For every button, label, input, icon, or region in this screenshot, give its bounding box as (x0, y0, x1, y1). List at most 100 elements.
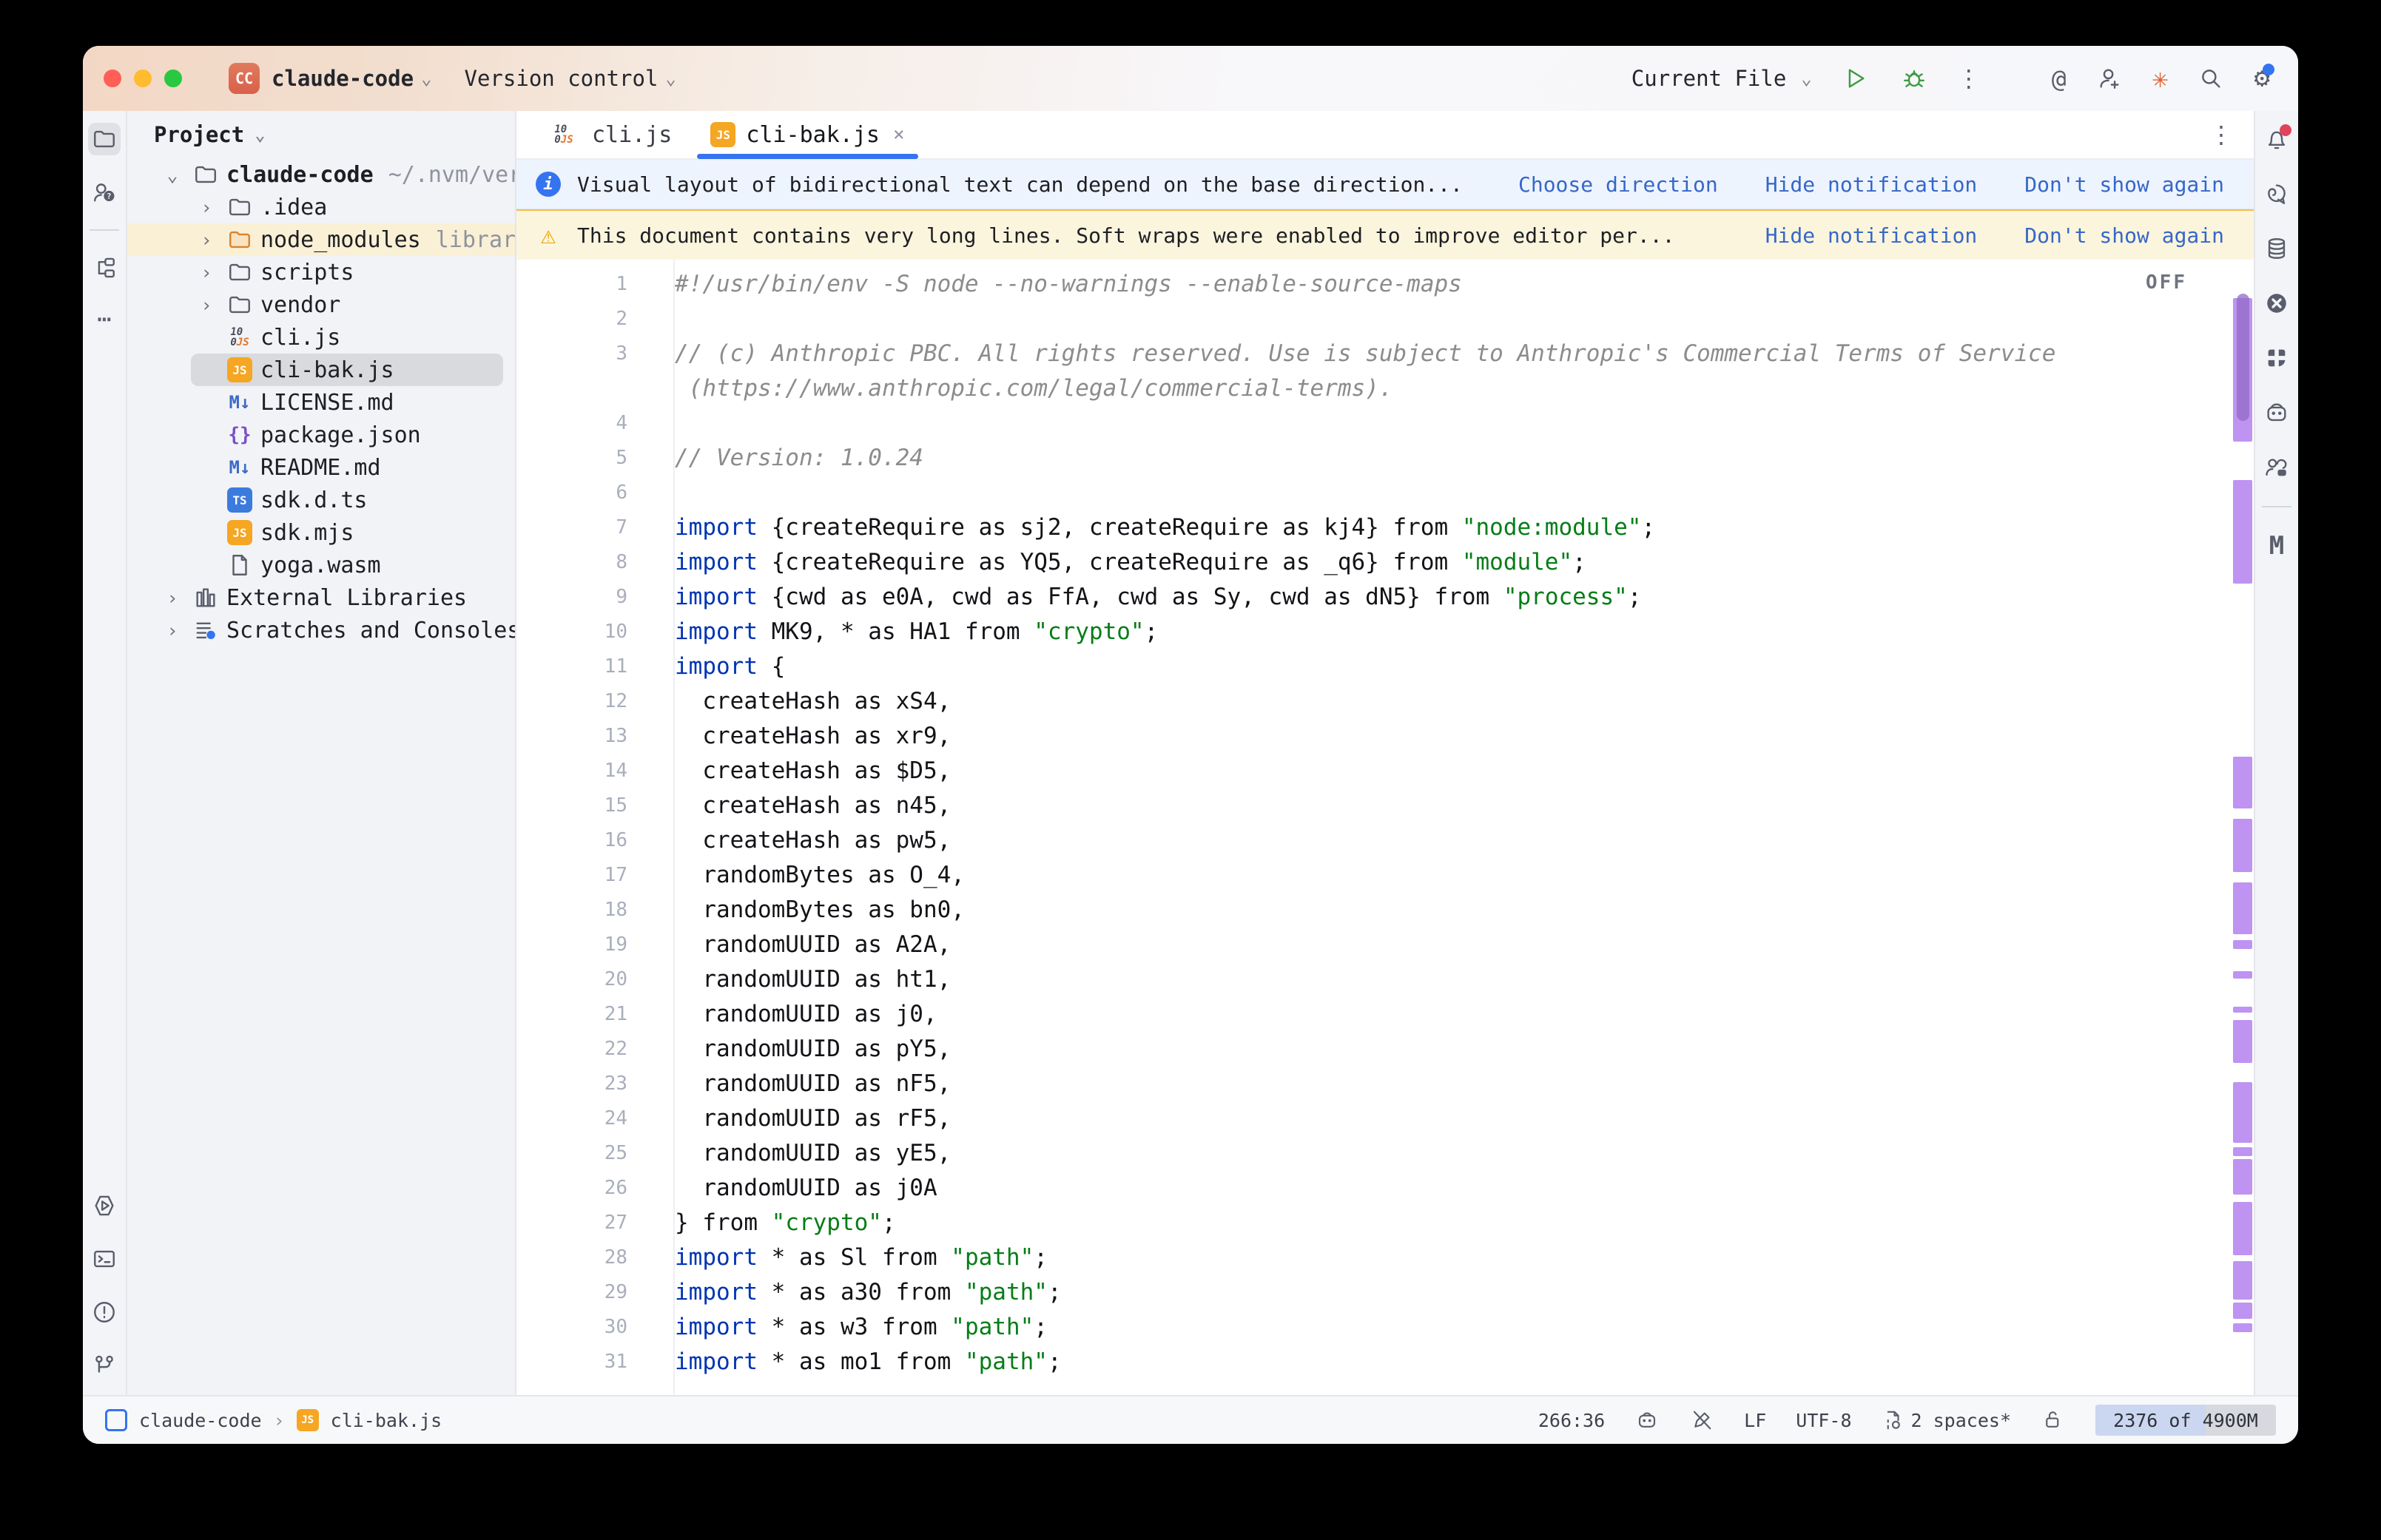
scrollbar-mark (2233, 1202, 2252, 1255)
notification-link[interactable]: Don't show again (2024, 172, 2224, 197)
tree-item-sdk-mjs[interactable]: JSsdk.mjs (127, 516, 515, 549)
tree-item-vendor[interactable]: ›vendor (127, 288, 515, 321)
folder-icon (227, 292, 252, 317)
tree-item--idea[interactable]: ›.idea (127, 191, 515, 223)
chevron-right-icon[interactable]: › (191, 229, 222, 251)
close-window-button[interactable] (104, 70, 121, 87)
notification-link[interactable]: Hide notification (1765, 223, 1978, 248)
lock-toggle-button[interactable] (2041, 1408, 2066, 1433)
tree-item-scratches-and-consoles[interactable]: › Scratches and Consoles (127, 614, 515, 646)
minified-js-file-icon: 100JS (546, 124, 582, 145)
notification-link[interactable]: Don't show again (2024, 223, 2224, 248)
notification-text: This document contains very long lines. … (577, 223, 1674, 248)
zoom-window-button[interactable] (164, 70, 182, 87)
terminal-tool-button[interactable] (88, 1243, 121, 1275)
line-content: randomBytes as O_4, (627, 858, 965, 893)
tree-item-external-libraries[interactable]: ›External Libraries (127, 581, 515, 614)
markdown-tool-button[interactable]: M (2260, 530, 2293, 562)
tree-item-cli-bak-js[interactable]: JScli-bak.js (191, 354, 503, 386)
x-tool-button[interactable] (2260, 287, 2293, 320)
problems-tool-button[interactable] (88, 1296, 121, 1328)
editor-scrollbar[interactable] (2232, 260, 2254, 1395)
settings-button[interactable]: ⚙ (2254, 65, 2270, 92)
md-icon: M↓ (222, 457, 257, 478)
breadcrumb-file[interactable]: cli-bak.js (331, 1410, 442, 1431)
tree-item-node-modules[interactable]: ›node_moduleslibrary (127, 223, 515, 256)
notification-link[interactable]: Hide notification (1765, 172, 1978, 197)
chevron-right-icon[interactable]: › (191, 197, 222, 218)
ai-status-button[interactable] (1634, 1408, 1660, 1433)
line-content: createHash as xr9, (627, 719, 951, 754)
git-branch-icon (92, 1353, 117, 1378)
version-control-menu[interactable]: Version control (465, 66, 659, 91)
code-editor[interactable]: 1#!/usr/bin/env -S node --no-warnings --… (516, 260, 2254, 1395)
scrollbar-mark (2233, 940, 2252, 949)
breadcrumb-project[interactable]: claude-code (139, 1410, 262, 1431)
chevron-right-icon[interactable]: › (157, 620, 188, 641)
stripe-divider (2262, 506, 2291, 507)
folder-icon (92, 126, 117, 152)
line-content (627, 406, 675, 441)
tree-item-package-json[interactable]: {}package.json (127, 419, 515, 451)
tree-item-sdk-d-ts[interactable]: TSsdk.d.ts (127, 484, 515, 516)
tab-cli-bak-js[interactable]: JS cli-bak.js × (691, 112, 923, 158)
line-content: createHash as $D5, (627, 754, 951, 788)
tree-item-scripts[interactable]: ›scripts (127, 256, 515, 288)
plugin-tool-button[interactable] (2260, 342, 2293, 374)
tab-close-icon[interactable]: × (893, 124, 905, 146)
pinwheel-icon (2264, 345, 2289, 371)
project-menu[interactable]: claude-code (272, 66, 414, 91)
debug-button[interactable] (1898, 62, 1930, 95)
line-ending-widget[interactable]: LF (1744, 1410, 1766, 1431)
chevron-right-icon[interactable]: › (191, 294, 222, 316)
minimize-window-button[interactable] (134, 70, 152, 87)
community-chat-tool-button[interactable] (2260, 451, 2293, 484)
inspection-widget[interactable]: OFF (2146, 271, 2187, 294)
pull-requests-tool-button[interactable]: ? (88, 176, 121, 209)
run-configuration-select[interactable]: Current File ⌄ (1631, 66, 1812, 91)
ai-assistant-button[interactable]: ✳ (2152, 64, 2169, 94)
code-line: 1#!/usr/bin/env -S node --no-warnings --… (516, 267, 2254, 302)
chevron-down-icon[interactable]: ⌄ (157, 164, 188, 186)
services-tool-button[interactable] (88, 1189, 121, 1222)
code-line: 12 createHash as xS4, (516, 684, 2254, 719)
encoding-widget[interactable]: UTF-8 (1796, 1410, 1851, 1431)
ai-mention-button[interactable]: @ (2052, 64, 2067, 93)
indent-widget[interactable]: 2 spaces* (1882, 1409, 2011, 1431)
chevron-right-icon[interactable]: › (157, 587, 188, 609)
tree-item-readme-md[interactable]: M↓README.md (127, 451, 515, 484)
project-tool-button[interactable] (88, 123, 121, 155)
run-button[interactable] (1839, 62, 1871, 95)
notification-link[interactable]: Choose direction (1518, 172, 1718, 197)
ai-chat-tool-button[interactable] (2260, 178, 2293, 210)
scrollbar-mark (2233, 1303, 2252, 1319)
readonly-toggle-button[interactable] (1689, 1408, 1714, 1433)
more-tool-windows-button[interactable]: ⋯ (97, 305, 111, 333)
project-panel-header[interactable]: Project ⌄ (127, 111, 515, 158)
tree-item-cli-js[interactable]: 100JScli.js (127, 321, 515, 354)
version-control-tool-button[interactable] (88, 1349, 121, 1382)
tree-item-claude-code[interactable]: ⌄claude-code~/.nvm/vers (127, 158, 515, 191)
scrollbar-thumb[interactable] (2237, 294, 2249, 421)
line-content: randomUUID as yE5, (627, 1136, 951, 1171)
memory-indicator[interactable]: 2376 of 4900M (2095, 1405, 2276, 1436)
caret-position-widget[interactable]: 266:36 (1538, 1410, 1605, 1431)
notifications-button[interactable] (2260, 123, 2293, 155)
tab-options-button[interactable]: ⋮ (2209, 121, 2254, 149)
structure-tool-button[interactable] (88, 251, 121, 284)
add-user-button[interactable] (2093, 62, 2126, 95)
tree-item-label: Scratches and Consoles (226, 618, 516, 644)
line-content: createHash as n45, (627, 788, 951, 823)
tab-cli-js[interactable]: 100JS cli.js (527, 112, 691, 158)
line-content: randomUUID as nF5, (627, 1067, 951, 1101)
chevron-right-icon[interactable]: › (191, 262, 222, 283)
title-bar: CC claude-code ⌄ Version control ⌄ Curre… (83, 46, 2298, 111)
minified-js-file-icon: 100JS (230, 327, 249, 348)
tree-item-license-md[interactable]: M↓LICENSE.md (127, 386, 515, 419)
search-everywhere-button[interactable] (2195, 62, 2227, 95)
database-tool-button[interactable] (2260, 232, 2293, 265)
more-actions-button[interactable]: ⋮ (1957, 64, 1981, 92)
codegpt-tool-button[interactable] (2260, 396, 2293, 429)
tree-item-yoga-wasm[interactable]: yoga.wasm (127, 549, 515, 581)
code-line: (https://www.anthropic.com/legal/commerc… (516, 371, 2254, 406)
